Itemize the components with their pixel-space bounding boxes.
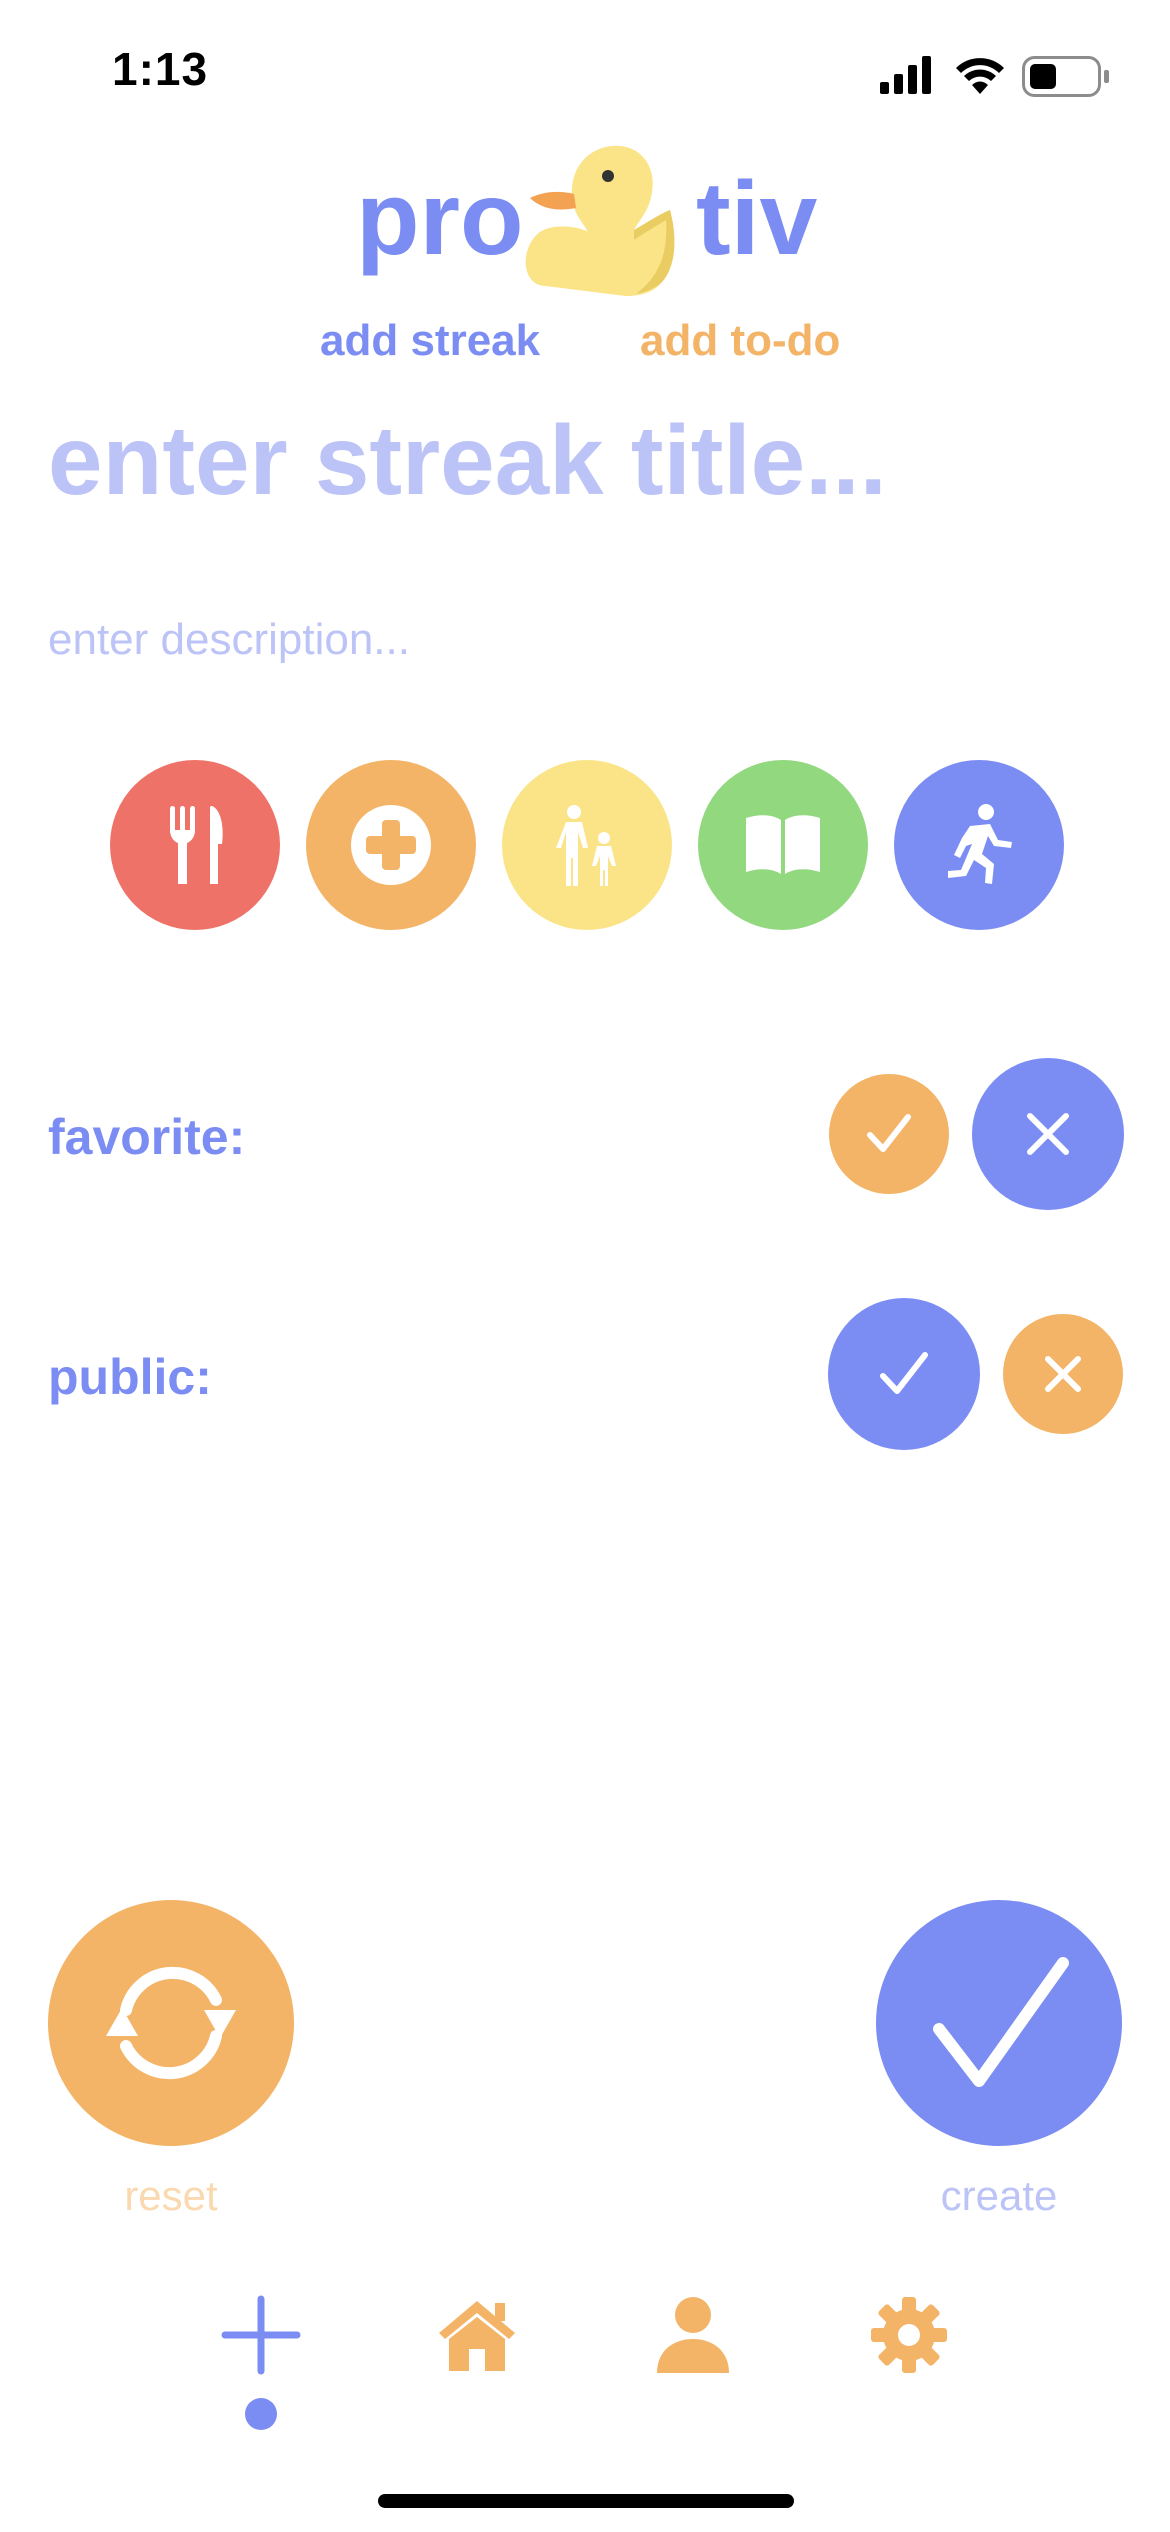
fork-knife-icon bbox=[170, 806, 223, 884]
duck-logo-icon bbox=[510, 136, 680, 298]
running-icon bbox=[948, 804, 1012, 884]
tab-settings[interactable] bbox=[864, 2290, 954, 2380]
create-label: create bbox=[940, 2172, 1058, 2219]
create-button[interactable] bbox=[876, 1900, 1122, 2146]
book-icon bbox=[746, 815, 820, 874]
tab-profile[interactable] bbox=[648, 2290, 738, 2380]
home-icon bbox=[439, 2301, 515, 2371]
tab-add[interactable] bbox=[216, 2290, 306, 2380]
favorite-no-button[interactable] bbox=[972, 1058, 1124, 1210]
public-no-button[interactable] bbox=[1003, 1314, 1123, 1434]
home-indicator bbox=[378, 2494, 794, 2508]
tab-add-streak[interactable]: add streak bbox=[320, 316, 540, 366]
category-family-button[interactable] bbox=[502, 760, 672, 930]
description-input[interactable] bbox=[48, 610, 1118, 670]
family-icon bbox=[556, 805, 616, 886]
logo-text-left: pro bbox=[356, 161, 524, 277]
active-tab-indicator bbox=[245, 2398, 277, 2430]
checkmark-icon bbox=[867, 1114, 911, 1152]
public-label: public: bbox=[48, 1349, 212, 1405]
public-yes-button[interactable] bbox=[828, 1298, 980, 1450]
category-food-button[interactable] bbox=[110, 760, 280, 930]
wifi-icon bbox=[956, 58, 1004, 94]
checkmark-icon bbox=[933, 1957, 1069, 2087]
reset-label: reset bbox=[124, 2172, 218, 2219]
category-exercise-button[interactable] bbox=[894, 760, 1064, 930]
status-time: 1:13 bbox=[112, 43, 209, 95]
tab-add-todo[interactable]: add to-do bbox=[640, 316, 840, 366]
medical-cross-icon bbox=[351, 805, 431, 885]
gear-icon bbox=[871, 2297, 947, 2373]
logo-text-right: tiv bbox=[696, 161, 818, 277]
close-icon bbox=[1045, 1356, 1081, 1392]
checkmark-icon bbox=[880, 1352, 928, 1394]
close-icon bbox=[1027, 1113, 1069, 1155]
streak-title-input[interactable] bbox=[48, 400, 1118, 520]
category-health-button[interactable] bbox=[306, 760, 476, 930]
category-learning-button[interactable] bbox=[698, 760, 868, 930]
battery-icon bbox=[1022, 56, 1109, 97]
favorite-yes-button[interactable] bbox=[829, 1074, 949, 1194]
cellular-signal-icon bbox=[880, 56, 931, 94]
tab-home[interactable] bbox=[432, 2290, 522, 2380]
favorite-label: favorite: bbox=[48, 1109, 246, 1165]
status-icons bbox=[880, 52, 1120, 100]
reset-button[interactable] bbox=[48, 1900, 294, 2146]
refresh-icon bbox=[106, 1966, 236, 2080]
person-icon bbox=[657, 2297, 729, 2373]
plus-icon bbox=[221, 2295, 301, 2375]
